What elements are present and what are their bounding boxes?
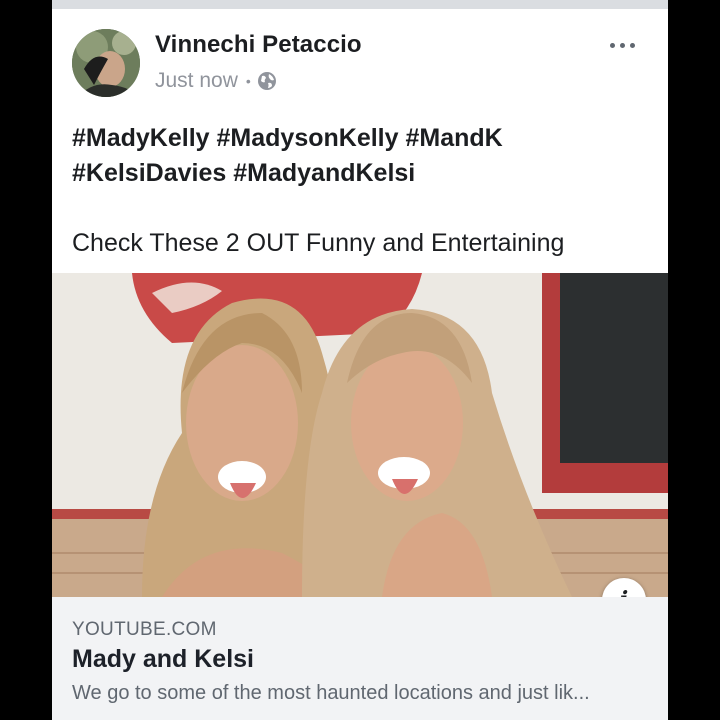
globe-icon[interactable] [257, 71, 277, 91]
more-dot [619, 42, 625, 48]
post-body: Check These 2 OUT Funny and Entertaining [72, 229, 565, 257]
post-meta: Just now • [155, 69, 277, 93]
more-dot [629, 42, 635, 48]
hashtag-link[interactable]: #MadyandKelsi [233, 159, 415, 187]
hashtag-link[interactable]: #MandK [405, 124, 502, 152]
avatar-image [72, 29, 140, 97]
link-caption[interactable]: YOUTUBE.COM Mady and Kelsi We go to some… [52, 597, 668, 720]
feed-divider [52, 0, 668, 9]
post-text: #MadyKelly #MadysonKelly #MandK #KelsiDa… [72, 121, 652, 261]
hashtag-link[interactable]: #KelsiDavies [72, 159, 226, 187]
hashtag-list: #MadyKelly #MadysonKelly #MandK #KelsiDa… [72, 121, 652, 191]
timestamp[interactable]: Just now [155, 69, 238, 93]
post-card: Vinnechi Petaccio Just now • #MadyKelly … [52, 9, 668, 720]
more-options-icon[interactable] [604, 33, 640, 57]
link-description: We go to some of the most haunted locati… [72, 682, 590, 704]
link-thumbnail[interactable] [52, 273, 668, 597]
avatar[interactable] [72, 29, 140, 97]
more-dot [609, 42, 615, 48]
author-name[interactable]: Vinnechi Petaccio [155, 31, 362, 59]
meta-separator: • [245, 73, 251, 89]
hashtag-link[interactable]: #MadysonKelly [217, 124, 399, 152]
link-domain: YOUTUBE.COM [72, 619, 217, 640]
link-preview[interactable]: i YOUTUBE.COM Mady and Kelsi We go to so… [52, 273, 668, 720]
post-header: Vinnechi Petaccio Just now • [52, 9, 668, 105]
hashtag-link[interactable]: #MadyKelly [72, 124, 210, 152]
link-title[interactable]: Mady and Kelsi [72, 645, 254, 674]
